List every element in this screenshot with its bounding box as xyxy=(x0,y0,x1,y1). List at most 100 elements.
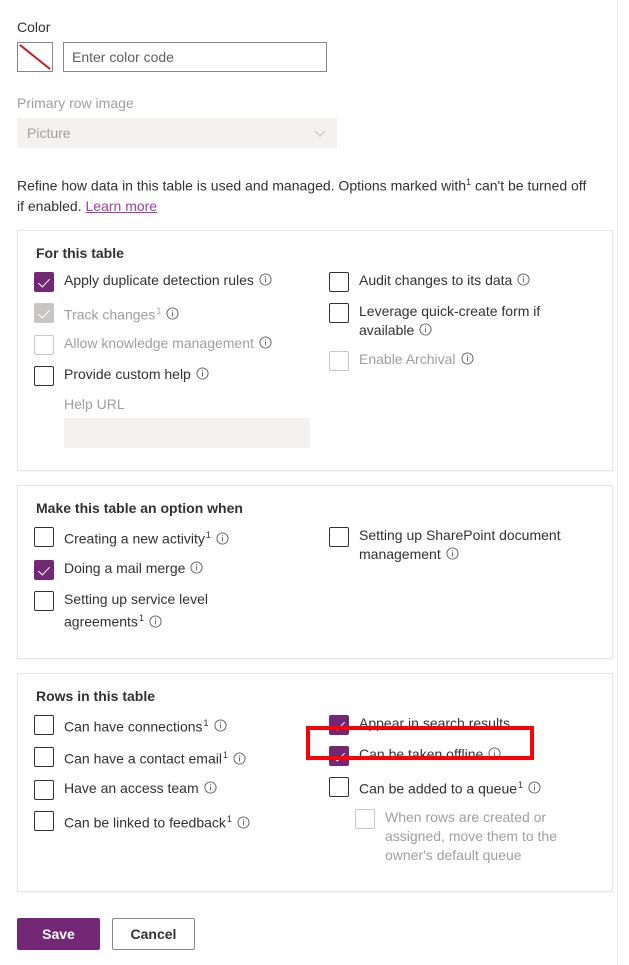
card-column-right: Setting up SharePoint document managemen… xyxy=(315,526,596,574)
info-icon[interactable] xyxy=(166,307,179,320)
checkbox-can-have-a-contact-email[interactable] xyxy=(34,747,54,768)
settings-content: Color Primary row image Picture Refine h… xyxy=(0,0,613,893)
card-columns: Apply duplicate detection rules Track cha… xyxy=(34,271,596,455)
checkbox-label-can-have-a-contact-email: Can have a contact email1 xyxy=(64,746,246,769)
checkbox-row-creating-a-new-activity[interactable]: Creating a new activity1 xyxy=(34,526,315,549)
checkbox-label-can-be-linked-to-feedback: Can be linked to feedback1 xyxy=(64,810,250,833)
info-icon[interactable] xyxy=(517,273,530,286)
checkbox-row-can-be-linked-to-feedback[interactable]: Can be linked to feedback1 xyxy=(34,810,315,833)
info-icon[interactable] xyxy=(190,561,203,574)
checkbox-can-be-taken-offline[interactable] xyxy=(329,745,349,766)
checkbox-when-rows-are-created-or-assigned-move-them-to-t xyxy=(355,809,375,830)
required-marker: 1 xyxy=(226,813,232,824)
intro-text-before: Refine how data in this table is used an… xyxy=(17,177,467,194)
checkbox-row-can-be-taken-offline[interactable]: Can be taken offline xyxy=(329,745,596,766)
checkbox-row-can-have-a-contact-email[interactable]: Can have a contact email1 xyxy=(34,746,315,769)
card-column-left: Can have connections1 Can have a contact … xyxy=(34,714,315,843)
primary-row-image-value: Picture xyxy=(27,125,71,141)
card-column-left: Apply duplicate detection rules Track cha… xyxy=(34,271,315,455)
checkbox-row-audit-changes-to-its-data[interactable]: Audit changes to its data xyxy=(329,271,596,292)
info-icon[interactable] xyxy=(259,273,272,286)
primary-row-image-select: Picture xyxy=(17,118,337,148)
info-icon[interactable] xyxy=(233,752,246,765)
card-column-right: Appear in search results Can be taken off… xyxy=(315,714,596,876)
card-columns: Creating a new activity1 Doing a mail mer… xyxy=(34,526,596,641)
color-code-input[interactable] xyxy=(63,42,327,72)
checkbox-label-have-an-access-team: Have an access team xyxy=(64,779,217,798)
checkbox-row-apply-duplicate-detection-rules[interactable]: Apply duplicate detection rules xyxy=(34,271,315,292)
info-icon[interactable] xyxy=(214,719,227,732)
checkbox-label-setting-up-sharepoint-document-management: Setting up SharePoint document managemen… xyxy=(359,527,561,563)
card-columns: Can have connections1 Can have a contact … xyxy=(34,714,596,876)
checkbox-label-audit-changes-to-its-data: Audit changes to its data xyxy=(359,271,530,290)
required-marker: 1 xyxy=(205,530,211,541)
help-url-input xyxy=(64,418,310,449)
checkbox-label-can-have-connections: Can have connections1 xyxy=(64,714,227,737)
checkbox-row-enable-archival: Enable Archival xyxy=(329,350,596,371)
checkbox-label-doing-a-mail-merge: Doing a mail merge xyxy=(64,559,203,578)
checkbox-audit-changes-to-its-data[interactable] xyxy=(329,271,349,292)
info-icon[interactable] xyxy=(237,816,250,829)
checkbox-apply-duplicate-detection-rules[interactable] xyxy=(34,271,54,292)
intro-paragraph: Refine how data in this table is used an… xyxy=(17,172,595,216)
info-icon[interactable] xyxy=(204,781,217,794)
card-column-left: Creating a new activity1 Doing a mail mer… xyxy=(34,526,315,641)
learn-more-link[interactable]: Learn more xyxy=(86,198,158,214)
color-field-row xyxy=(17,42,600,72)
intro-marker: 1 xyxy=(466,177,472,187)
checkbox-label-setting-up-service-level-agreements: Setting up service level agreements1 xyxy=(64,590,208,630)
checkbox-row-setting-up-sharepoint-document-management[interactable]: Setting up SharePoint document managemen… xyxy=(329,526,596,564)
cancel-button[interactable]: Cancel xyxy=(112,918,195,951)
info-icon[interactable] xyxy=(216,532,229,545)
checkbox-can-have-connections[interactable] xyxy=(34,714,54,735)
checkbox-row-have-an-access-team[interactable]: Have an access team xyxy=(34,779,315,800)
help-url-field: Help URL xyxy=(64,396,315,449)
info-icon[interactable] xyxy=(460,352,474,365)
checkbox-row-can-be-added-to-a-queue[interactable]: Can be added to a queue1 xyxy=(329,776,596,799)
checkbox-provide-custom-help[interactable] xyxy=(34,366,54,387)
form-footer: Save Cancel xyxy=(0,906,629,951)
info-icon[interactable] xyxy=(196,367,209,380)
panel-right-divider xyxy=(617,0,618,965)
info-icon[interactable] xyxy=(149,615,162,628)
checkbox-can-be-added-to-a-queue[interactable] xyxy=(329,776,349,797)
checkbox-label-track-changes: Track changes1 xyxy=(64,302,179,325)
card-title: Rows in this table xyxy=(36,687,156,704)
checkbox-label-creating-a-new-activity: Creating a new activity1 xyxy=(64,526,229,549)
checkbox-allow-knowledge-management xyxy=(34,335,54,356)
checkbox-leverage-quick-create-form-if-available[interactable] xyxy=(329,302,349,323)
checkbox-row-allow-knowledge-management: Allow knowledge management xyxy=(34,334,315,356)
settings-cards: For this table Apply duplicate detection … xyxy=(17,229,613,893)
checkbox-row-doing-a-mail-merge[interactable]: Doing a mail merge xyxy=(34,559,315,580)
card-make-this-table-an-option-when: Make this table an option when Creating a… xyxy=(17,485,613,659)
checkbox-label-can-be-taken-offline: Can be taken offline xyxy=(359,745,501,764)
checkbox-have-an-access-team[interactable] xyxy=(34,779,54,800)
checkbox-creating-a-new-activity[interactable] xyxy=(34,527,54,548)
save-button[interactable]: Save xyxy=(17,918,100,951)
checkbox-label-can-be-added-to-a-queue: Can be added to a queue1 xyxy=(359,776,541,799)
checkbox-row-setting-up-service-level-agreements[interactable]: Setting up service level agreements1 xyxy=(34,590,315,632)
checkbox-setting-up-service-level-agreements[interactable] xyxy=(34,590,54,611)
no-color-swatch-icon[interactable] xyxy=(17,42,53,72)
checkbox-label-leverage-quick-create-form-if-available: Leverage quick-create form if available xyxy=(359,302,541,338)
info-icon[interactable] xyxy=(419,323,432,336)
checkbox-can-be-linked-to-feedback[interactable] xyxy=(34,810,54,831)
checkbox-row-provide-custom-help[interactable]: Provide custom help xyxy=(34,365,315,387)
checkbox-doing-a-mail-merge[interactable] xyxy=(34,559,54,580)
required-marker: 1 xyxy=(222,750,228,761)
checkbox-row-appear-in-search-results[interactable]: Appear in search results xyxy=(329,714,596,735)
checkbox-appear-in-search-results[interactable] xyxy=(329,714,349,735)
card-rows-in-this-table: Rows in this table Can have connections1 C… xyxy=(17,672,613,893)
info-icon[interactable] xyxy=(528,781,541,794)
card-for-this-table: For this table Apply duplicate detection … xyxy=(17,229,613,472)
info-icon[interactable] xyxy=(446,547,459,560)
checkbox-setting-up-sharepoint-document-management[interactable] xyxy=(329,527,349,548)
info-icon[interactable] xyxy=(488,747,501,760)
required-marker: 1 xyxy=(138,612,144,623)
required-marker: 1 xyxy=(203,717,209,728)
checkbox-label-allow-knowledge-management: Allow knowledge management xyxy=(64,334,272,353)
checkbox-label-appear-in-search-results: Appear in search results xyxy=(359,714,510,731)
checkbox-row-leverage-quick-create-form-if-available[interactable]: Leverage quick-create form if available xyxy=(329,302,596,340)
info-icon[interactable] xyxy=(259,336,272,349)
checkbox-row-can-have-connections[interactable]: Can have connections1 xyxy=(34,714,315,737)
